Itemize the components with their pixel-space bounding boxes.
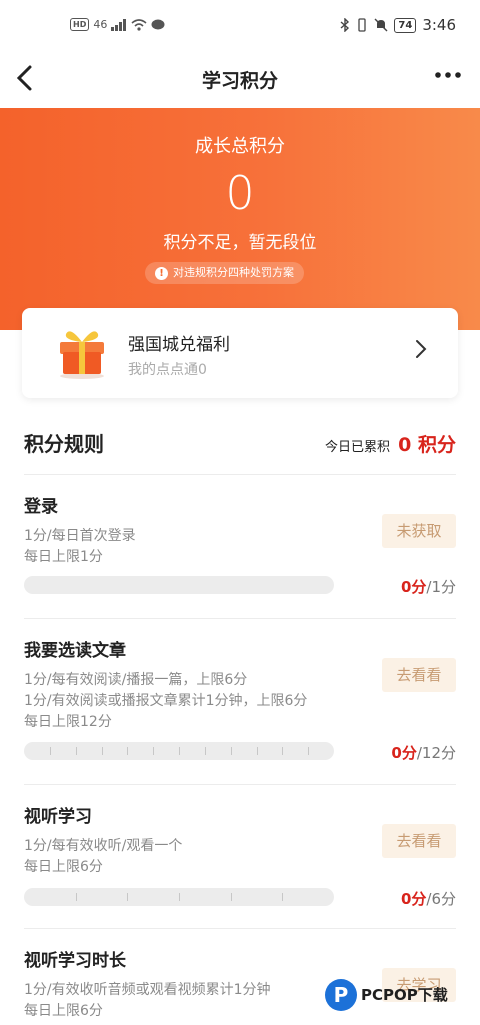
chat-bubble-icon [151, 19, 165, 29]
total-points: 0 [225, 166, 255, 220]
progress-tick [308, 747, 309, 755]
gift-icon [60, 331, 104, 379]
rule-description: 1分/每有效阅读/播报一篇，上限6分 1分/有效阅读或播报文章累计1分钟，上限6… [24, 670, 307, 733]
rule-description: 1分/有效收听音频或观看视频累计1分钟 每日上限6分 [24, 980, 271, 1022]
divider [24, 618, 456, 619]
progress-tick [50, 747, 51, 755]
divider [24, 784, 456, 785]
progress-tick [179, 747, 180, 755]
rule-score-current: 0分 [400, 578, 427, 596]
rule-desc-line: 1分/有效阅读或播报文章累计1分钟，上限6分 [24, 693, 308, 709]
status-bar: HD 46 74 3:46 [0, 0, 480, 52]
rule-progress-bar [24, 576, 334, 594]
rule-title: 视听学习时长 [24, 951, 126, 971]
rule-description: 1分/每日首次登录 每日上限1分 [24, 526, 136, 568]
nav-bar: 学习积分 [0, 52, 480, 108]
watermark-text: PCPOP下载 [361, 986, 448, 1004]
battery-icon: 74 [394, 17, 417, 33]
progress-tick [102, 747, 103, 755]
rule-score-max: /1分 [426, 578, 456, 596]
rule-desc-line: 1分/每有效收听/观看一个 [24, 838, 183, 854]
penalty-tip-label: 对违规积分四种处罚方案 [173, 266, 294, 279]
progress-tick [76, 747, 77, 755]
progress-tick [179, 893, 180, 901]
progress-tick [153, 747, 154, 755]
rule-score: 0分/6分 [401, 888, 456, 909]
rule-score-max: /6分 [426, 890, 456, 908]
rule-action-button[interactable]: 未获取 [382, 514, 456, 548]
rules-title: 积分规则 [24, 432, 104, 456]
page-title: 学习积分 [201, 70, 278, 92]
watermark-logo-icon: P [325, 978, 357, 1011]
rule-description: 1分/每有效收听/观看一个 每日上限6分 [24, 836, 182, 878]
progress-tick [76, 893, 77, 901]
rule-item: 登录 1分/每日首次登录 每日上限1分 未获取 0分/1分 [24, 492, 456, 602]
progress-tick [282, 747, 283, 755]
progress-tick [231, 893, 232, 901]
status-right: 74 3:46 [340, 16, 456, 34]
progress-tick [282, 893, 283, 901]
progress-tick [257, 747, 258, 755]
divider [24, 474, 456, 475]
rule-score-max: /12分 [416, 744, 456, 762]
rule-item: 视听学习 1分/每有效收听/观看一个 每日上限6分 去看看 0分/6分 [24, 802, 456, 912]
rule-score-current: 0分 [400, 890, 427, 908]
rule-desc-line: 每日上限1分 [24, 549, 103, 565]
vibrate-icon [358, 18, 367, 32]
rule-desc-line: 每日上限6分 [24, 859, 103, 875]
progress-tick [127, 893, 128, 901]
signal-label: 46 [93, 18, 108, 31]
chevron-right-icon [416, 340, 427, 358]
rule-progress-bar [24, 888, 334, 906]
progress-tick [205, 747, 206, 755]
wifi-icon [131, 18, 147, 31]
rule-action-button[interactable]: 去看看 [382, 658, 456, 692]
divider [24, 928, 456, 929]
rule-score: 0分/1分 [401, 576, 456, 597]
rule-desc-line: 1分/每有效阅读/播报一篇，上限6分 [24, 672, 248, 688]
watermark: P PCPOP下载 [325, 972, 475, 1017]
progress-tick [127, 747, 128, 755]
status-left: HD 46 [70, 18, 165, 31]
hero-label: 成长总积分 [195, 136, 285, 157]
benefit-title: 强国城兑福利 [128, 335, 230, 355]
rule-desc-line: 1分/有效收听音频或观看视频累计1分钟 [24, 982, 271, 998]
today-points: 0 积分 [398, 434, 456, 456]
progress-tick [231, 747, 232, 755]
mute-icon [374, 18, 388, 32]
warning-icon: ! [155, 266, 168, 280]
more-dots-icon [435, 72, 461, 78]
bluetooth-icon [340, 18, 350, 32]
rule-title: 登录 [24, 497, 58, 517]
penalty-tip-link[interactable]: ! 对违规积分四种处罚方案 [145, 262, 304, 284]
benefit-subtitle: 我的点点通0 [128, 362, 207, 378]
rule-desc-line: 每日上限12分 [24, 714, 112, 730]
points-hero: 成长总积分 0 积分不足，暂无段位 ! 对违规积分四种处罚方案 [0, 108, 480, 330]
rule-score-current: 0分 [391, 744, 417, 762]
rank-status: 积分不足，暂无段位 [163, 233, 317, 253]
rules-header: 积分规则 今日已累积 0 积分 [24, 428, 456, 458]
more-button[interactable] [434, 62, 462, 92]
rule-progress-bar [24, 742, 334, 760]
rule-action-button[interactable]: 去看看 [382, 824, 456, 858]
today-label: 今日已累积 [324, 440, 390, 455]
rule-desc-line: 1分/每日首次登录 [24, 528, 136, 544]
rule-desc-line: 每日上限6分 [24, 1003, 103, 1019]
clock: 3:46 [422, 16, 456, 34]
rule-title: 我要选读文章 [24, 641, 126, 661]
rule-score: 0分/12分 [391, 742, 456, 763]
signal-icon [111, 18, 127, 31]
benefit-card[interactable]: 强国城兑福利 我的点点通0 [22, 308, 458, 398]
rule-item: 我要选读文章 1分/每有效阅读/播报一篇，上限6分 1分/有效阅读或播报文章累计… [24, 636, 456, 776]
hd-badge: HD [70, 18, 90, 31]
rule-title: 视听学习 [24, 807, 92, 827]
